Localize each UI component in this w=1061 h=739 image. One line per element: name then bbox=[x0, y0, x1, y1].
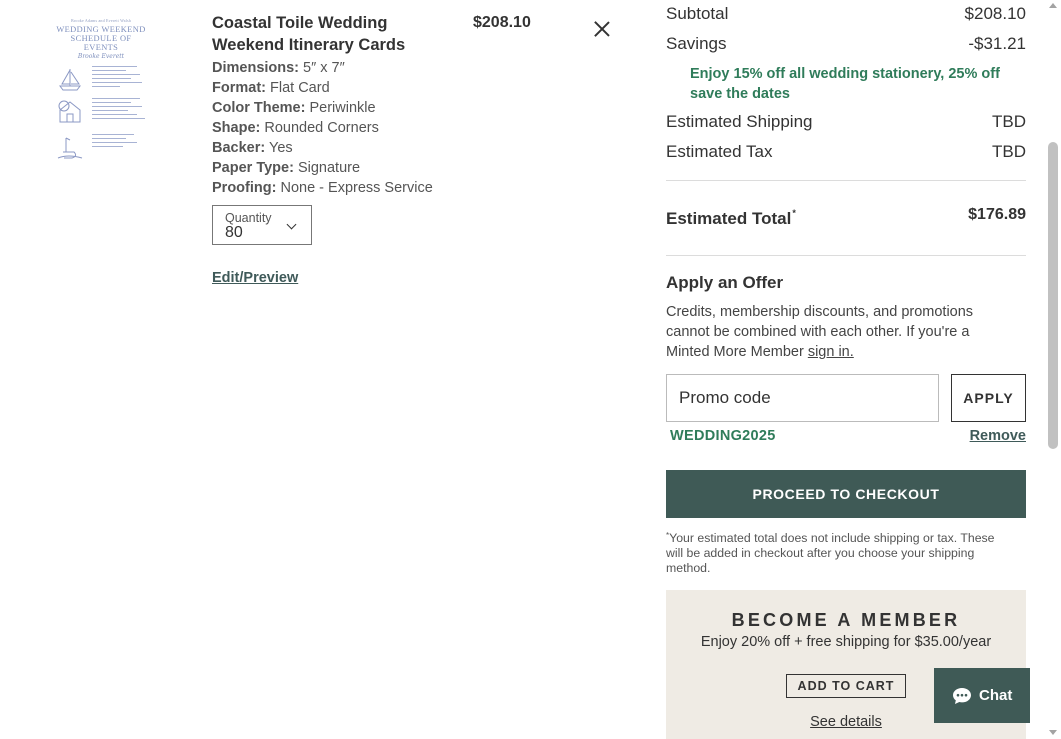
disclaimer-text: Your estimated total does not include sh… bbox=[666, 531, 995, 575]
tax-label: Estimated Tax bbox=[666, 142, 773, 161]
heron-illustration-icon bbox=[57, 137, 83, 159]
spec-value: None - Express Service bbox=[280, 180, 433, 196]
product-thumbnail[interactable]: Brooke Adams and Everett Walsh WEDDING W… bbox=[48, 14, 154, 166]
thumbnail-text-lines bbox=[92, 134, 148, 150]
thumbnail-header: Brooke Adams and Everett Walsh WEDDING W… bbox=[54, 18, 148, 60]
product-name[interactable]: Coastal Toile Wedding Weekend Itinerary … bbox=[212, 12, 462, 56]
spec-label: Format: bbox=[212, 80, 266, 96]
savings-value: -$31.21 bbox=[968, 34, 1026, 53]
thumbnail-kicker: Brooke Adams and Everett Walsh bbox=[70, 18, 132, 23]
shipping-row: Estimated Shipping TBD bbox=[666, 112, 1026, 134]
product-price: $208.10 bbox=[473, 14, 531, 31]
spec-format: Format: Flat Card bbox=[212, 78, 472, 98]
quantity-value: 80 bbox=[225, 224, 243, 241]
scrollbar-thumb[interactable] bbox=[1048, 142, 1058, 449]
tax-row: Estimated Tax TBD bbox=[666, 142, 1026, 164]
savings-label: Savings bbox=[666, 34, 727, 53]
spec-shape: Shape: Rounded Corners bbox=[212, 118, 472, 138]
spec-value: Signature bbox=[297, 160, 361, 176]
remove-promo-link[interactable]: Remove bbox=[970, 428, 1026, 444]
house-illustration-icon bbox=[58, 100, 81, 123]
thumbnail-signature: Brooke Everett bbox=[77, 53, 125, 60]
offer-title: Apply an Offer bbox=[666, 273, 784, 292]
applied-promo-code: WEDDING2025 bbox=[670, 428, 776, 444]
spec-proofing: Proofing: None - Express Service bbox=[212, 178, 472, 198]
thumbnail-text-lines bbox=[92, 66, 148, 90]
chat-button[interactable]: Chat bbox=[934, 668, 1030, 723]
savings-row: Savings -$31.21 bbox=[666, 34, 1026, 56]
proceed-to-checkout-button[interactable]: PROCEED TO CHECKOUT bbox=[666, 470, 1026, 518]
thumbnail-text-lines bbox=[92, 98, 148, 122]
estimated-total-text: Estimated Total bbox=[666, 209, 792, 228]
shipping-value: TBD bbox=[992, 112, 1026, 131]
summary-divider bbox=[666, 180, 1026, 181]
spec-label: Proofing: bbox=[212, 180, 277, 196]
tax-value: TBD bbox=[992, 142, 1026, 161]
spec-value: Rounded Corners bbox=[264, 120, 379, 136]
member-subtitle: Enjoy 20% off + free shipping for $35.00… bbox=[700, 634, 992, 650]
checkout-disclaimer: *Your estimated total does not include s… bbox=[666, 528, 1011, 576]
close-icon[interactable] bbox=[590, 17, 614, 41]
edit-preview-link[interactable]: Edit/Preview bbox=[212, 270, 298, 286]
spec-paper-type: Paper Type: Signature bbox=[212, 158, 472, 178]
spec-label: Shape: bbox=[212, 120, 261, 136]
estimated-total-value: $176.89 bbox=[968, 206, 1026, 223]
member-add-to-cart-button[interactable]: ADD TO CART bbox=[786, 674, 906, 698]
spec-label: Paper Type: bbox=[212, 160, 294, 176]
promo-code-input[interactable] bbox=[666, 374, 939, 422]
subtotal-row: Subtotal $208.10 bbox=[666, 4, 1026, 26]
spec-label: Dimensions: bbox=[212, 60, 300, 76]
spec-label: Backer: bbox=[212, 140, 266, 156]
product-specs: Dimensions: 5″ x 7″ Format: Flat Card Co… bbox=[212, 58, 472, 198]
thumbnail-house-row bbox=[52, 98, 150, 128]
estimated-total-label: Estimated Total* bbox=[666, 208, 796, 229]
sailboat-illustration-icon bbox=[59, 69, 81, 91]
scroll-down-arrow-icon[interactable] bbox=[1049, 730, 1057, 735]
subtotal-value: $208.10 bbox=[964, 4, 1026, 23]
scroll-up-arrow-icon[interactable] bbox=[1049, 3, 1057, 8]
spec-value: Flat Card bbox=[270, 80, 330, 96]
offer-text: Credits, membership discounts, and promo… bbox=[666, 302, 1011, 362]
thumbnail-sailboat-row bbox=[52, 66, 150, 96]
chat-bubble-icon bbox=[953, 688, 971, 704]
thumbnail-heron-row bbox=[52, 134, 150, 164]
spec-value: Periwinkle bbox=[309, 100, 376, 116]
chat-label: Chat bbox=[979, 687, 1013, 704]
spec-color-theme: Color Theme: Periwinkle bbox=[212, 98, 472, 118]
promo-note: Enjoy 15% off all wedding stationery, 25… bbox=[690, 66, 1000, 102]
quantity-label: Quantity bbox=[225, 211, 272, 225]
spec-dimensions: Dimensions: 5″ x 7″ bbox=[212, 58, 472, 78]
subtotal-label: Subtotal bbox=[666, 4, 729, 23]
total-divider bbox=[666, 255, 1026, 256]
spec-label: Color Theme: bbox=[212, 100, 306, 116]
sign-in-link[interactable]: sign in. bbox=[808, 344, 854, 360]
spec-value: Yes bbox=[268, 140, 293, 156]
estimated-total-marker: * bbox=[792, 208, 796, 218]
member-title: BECOME A MEMBER bbox=[731, 610, 961, 630]
shipping-label: Estimated Shipping bbox=[666, 112, 813, 131]
spec-backer: Backer: Yes bbox=[212, 138, 472, 158]
spec-value: 5″ x 7″ bbox=[303, 60, 345, 76]
quantity-select[interactable]: Quantity 80 bbox=[212, 205, 312, 245]
thumbnail-title: WEDDING WEEKEND SCHEDULE OF EVENTS bbox=[56, 25, 146, 52]
apply-button[interactable]: APPLY bbox=[951, 374, 1026, 422]
